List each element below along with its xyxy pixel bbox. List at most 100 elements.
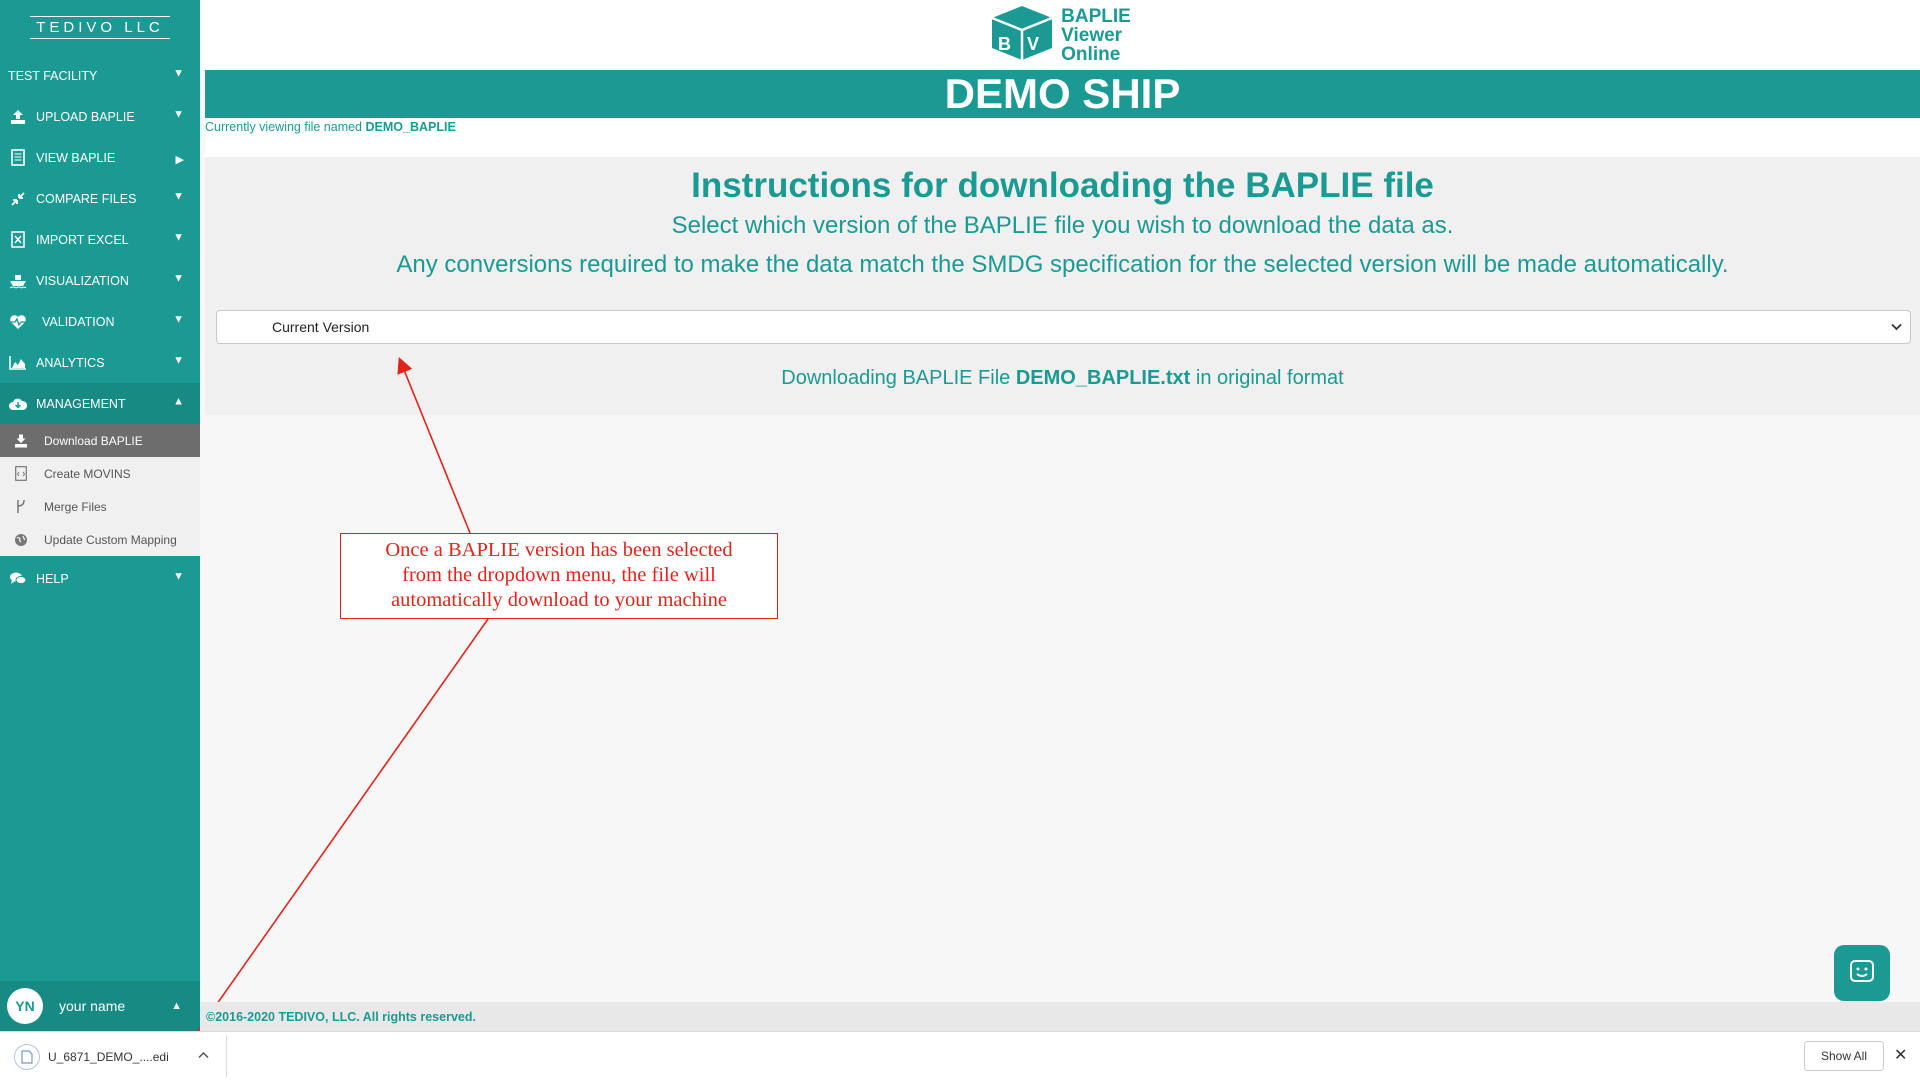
viewing-prefix: Currently viewing file named [205, 120, 363, 134]
caret-down-icon: ▼ [173, 67, 184, 80]
area-chart-icon [8, 353, 28, 373]
heartbeat-icon [8, 312, 28, 332]
submenu-item-label: Download BAPLIE [44, 433, 143, 448]
callout-line: from the dropdown menu, the file will [402, 564, 716, 586]
logo-line: Online [1061, 43, 1121, 65]
caret-up-icon: ▲ [173, 395, 184, 408]
submenu-item-merge-files[interactable]: Merge Files [0, 490, 200, 523]
downloaded-file-name: U_6871_DEMO_....edi [48, 1050, 169, 1064]
logo-text: BAPLIE Viewer Online [1061, 7, 1131, 64]
compress-icon [8, 189, 28, 209]
baplie-version-select[interactable]: Current Version [216, 310, 1911, 344]
submenu-item-create-movins[interactable]: Create MOVINS [0, 457, 200, 490]
sidebar-item-label: VISUALIZATION [36, 273, 129, 288]
user-name: your name [59, 998, 126, 1014]
callout-line: automatically download to your machine [391, 589, 727, 611]
chat-bubbles-icon [8, 569, 28, 589]
logo: B V BAPLIE Viewer Online [200, 0, 1920, 70]
sidebar-item-compare-files[interactable]: COMPARE FILES ▼ [0, 178, 200, 219]
download-status: Downloading BAPLIE File DEMO_BAPLIE.txt … [205, 367, 1920, 390]
sidebar: TEDIVO LLC TEST FACILITY ▼ UPLOAD BAPLIE… [0, 0, 200, 1031]
submenu-item-update-custom-mapping[interactable]: Update Custom Mapping [0, 523, 200, 556]
show-all-button[interactable]: Show All [1804, 1041, 1884, 1071]
instructions-title: Instructions for downloading the BAPLIE … [691, 166, 1434, 205]
instructions-panel: Instructions for downloading the BAPLIE … [205, 157, 1920, 415]
ship-icon [8, 271, 28, 291]
chat-smile-icon [1849, 959, 1875, 988]
submenu-item-label: Merge Files [44, 499, 107, 514]
code-file-icon [12, 466, 30, 481]
sidebar-item-upload-baplie[interactable]: UPLOAD BAPLIE ▼ [0, 96, 200, 137]
download-note-suffix: in original format [1195, 367, 1344, 389]
footer: ©2016-2020 TEDIVO, LLC. All rights reser… [200, 1002, 1920, 1031]
sidebar-item-import-excel[interactable]: IMPORT EXCEL ▼ [0, 219, 200, 260]
sidebar-item-label: ANALYTICS [36, 355, 105, 370]
sidebar-item-management[interactable]: MANAGEMENT ▲ [0, 383, 200, 424]
cloud-download-icon [8, 394, 28, 414]
current-file-info: Currently viewing file named DEMO_BAPLIE [205, 119, 1920, 157]
sidebar-item-label: VALIDATION [42, 314, 115, 329]
download-icon [12, 434, 30, 448]
main-content: B V BAPLIE Viewer Online DEMO SHIP Curre… [200, 0, 1920, 1031]
close-icon[interactable]: ✕ [1894, 1045, 1907, 1065]
svg-text:V: V [1027, 34, 1039, 54]
caret-down-icon: ▼ [173, 570, 184, 583]
user-menu[interactable]: YN your name ▲ [0, 981, 200, 1031]
cube-logo-icon: B V [989, 4, 1055, 67]
instructions-conversion-note: Any conversions required to make the dat… [396, 251, 1729, 278]
viewing-file-name: DEMO_BAPLIE [365, 120, 456, 134]
submenu-item-label: Update Custom Mapping [44, 532, 177, 547]
excel-file-icon [8, 230, 28, 250]
caret-down-icon: ▼ [173, 313, 184, 326]
chevron-up-icon[interactable] [198, 1048, 209, 1062]
download-note-file: DEMO_BAPLIE.txt [1015, 367, 1191, 389]
download-note-prefix: Downloading BAPLIE File [781, 367, 1011, 389]
chat-widget-button[interactable] [1834, 945, 1890, 1001]
divider [226, 1036, 227, 1077]
caret-down-icon: ▼ [173, 231, 184, 244]
management-submenu: Download BAPLIE Create MOVINS Merge File… [0, 424, 200, 556]
svg-text:B: B [998, 34, 1011, 54]
callout-line: Once a BAPLIE version has been selected [385, 539, 733, 561]
file-icon [14, 1044, 40, 1070]
ship-name-banner: DEMO SHIP [205, 70, 1920, 118]
avatar: YN [7, 988, 43, 1024]
sidebar-item-label: UPLOAD BAPLIE [36, 109, 135, 124]
caret-right-icon: ▶ [175, 153, 184, 166]
caret-down-icon: ▼ [173, 108, 184, 121]
sidebar-item-label: HELP [36, 571, 69, 586]
upload-icon [8, 107, 28, 127]
globe-icon [12, 533, 30, 547]
brand-name: TEDIVO LLC [30, 16, 170, 39]
copyright: ©2016-2020 TEDIVO, LLC. All rights reser… [206, 1009, 476, 1024]
ship-name: DEMO SHIP [944, 70, 1181, 117]
caret-down-icon: ▼ [173, 190, 184, 203]
caret-up-icon: ▲ [171, 1000, 182, 1012]
logo-line: BAPLIE [1061, 5, 1131, 27]
caret-down-icon: ▼ [173, 272, 184, 285]
document-icon [8, 148, 28, 168]
sidebar-item-help[interactable]: HELP ▼ [0, 558, 200, 599]
sidebar-item-label: MANAGEMENT [36, 396, 126, 411]
sidebar-item-visualization[interactable]: VISUALIZATION ▼ [0, 260, 200, 301]
downloaded-file-item[interactable]: U_6871_DEMO_....edi [14, 1044, 169, 1070]
caret-down-icon: ▼ [173, 354, 184, 367]
sidebar-item-analytics[interactable]: ANALYTICS ▼ [0, 342, 200, 383]
sidebar-item-label: TEST FACILITY [8, 68, 98, 83]
brand: TEDIVO LLC [0, 0, 200, 55]
sidebar-item-label: IMPORT EXCEL [36, 232, 129, 247]
submenu-item-label: Create MOVINS [44, 466, 131, 481]
sidebar-item-label: COMPARE FILES [36, 191, 137, 206]
code-branch-icon [12, 499, 30, 514]
browser-download-bar: U_6871_DEMO_....edi Show All ✕ [0, 1031, 1920, 1080]
annotation-callout: Once a BAPLIE version has been selected … [340, 533, 778, 619]
logo-line: Viewer [1061, 24, 1123, 46]
instructions-subtitle: Select which version of the BAPLIE file … [671, 212, 1454, 239]
select-value: Current Version [272, 319, 370, 335]
sidebar-item-validation[interactable]: VALIDATION ▼ [0, 301, 200, 342]
sidebar-item-view-baplie[interactable]: VIEW BAPLIE ▶ [0, 137, 200, 178]
chevron-down-icon [1891, 320, 1902, 334]
submenu-item-download-baplie[interactable]: Download BAPLIE [0, 424, 200, 457]
sidebar-item-label: VIEW BAPLIE [36, 150, 116, 165]
sidebar-item-test-facility[interactable]: TEST FACILITY ▼ [0, 55, 200, 96]
